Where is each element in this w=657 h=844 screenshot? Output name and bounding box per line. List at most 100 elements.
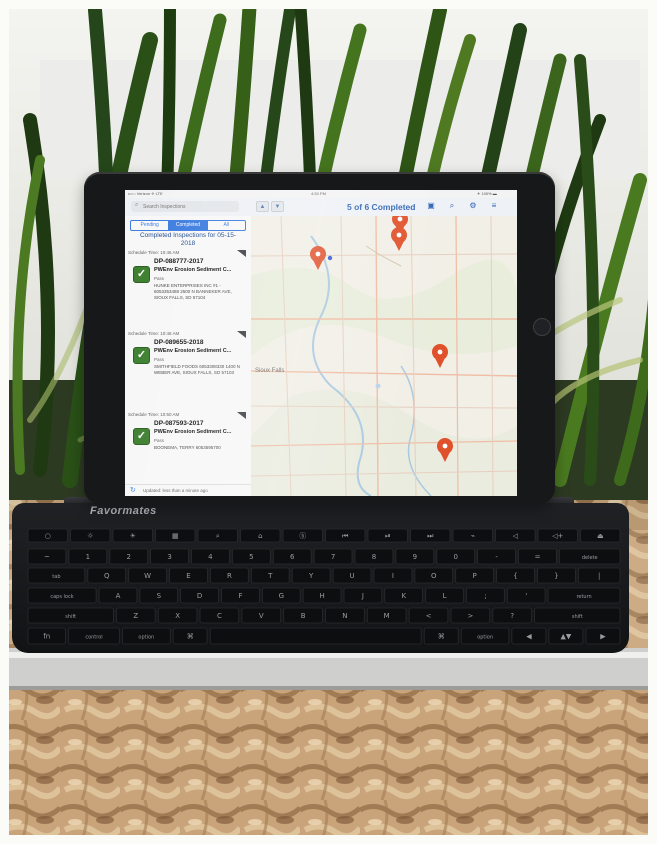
map-pin-icon[interactable] [432,344,448,368]
keyboard-key[interactable]: fn [27,627,66,645]
keyboard-key[interactable]: 9 [395,548,435,565]
keyboard-key[interactable]: ⏮ [325,528,366,543]
keyboard-key[interactable]: delete [559,548,621,565]
keyboard-key[interactable]: } [537,567,576,584]
map-pin-icon[interactable] [437,438,453,462]
keyboard-key[interactable]: 2 [109,548,149,565]
keyboard-key[interactable]: ▲▼ [548,627,584,645]
keyboard-key[interactable]: ⌁ [452,528,493,543]
keyboard-key[interactable]: E [169,567,208,584]
key-label: Y [308,572,314,580]
previous-button[interactable]: ▲ [256,201,269,212]
settings-icon[interactable]: ⚙ [467,201,479,212]
keyboard-key[interactable]: N [325,607,365,624]
home-button[interactable] [533,318,551,336]
keyboard-key[interactable]: D [180,587,219,604]
keyboard-key[interactable]: T [250,567,290,584]
keyboard-key[interactable]: ⌂ [240,528,281,543]
keyboard-key[interactable]: - [477,548,516,565]
keyboard-key[interactable]: ; [466,587,505,604]
keyboard-key[interactable]: B [283,607,323,624]
keyboard-key[interactable]: ⌕ [197,528,238,543]
keyboard-key[interactable]: C [199,607,240,624]
keyboard-key[interactable]: M [366,607,407,624]
keyboard-key[interactable]: control [68,627,120,645]
keyboard-key[interactable] [209,627,422,645]
keyboard-key[interactable]: 6 [272,548,312,565]
keyboard-key[interactable]: 5 [231,548,271,565]
keyboard-key[interactable]: ⏭ [410,528,451,543]
keyboard-key[interactable]: H [302,587,342,604]
keyboard-key[interactable]: ◁ [495,528,536,543]
keyboard-key[interactable]: R [209,567,249,584]
keyboard-key[interactable]: L [425,587,464,604]
keyboard-key[interactable]: ⌘ [423,627,459,645]
keyboard-key[interactable]: U [332,567,372,584]
key-label: 5 [249,553,253,561]
keyboard-key[interactable]: F [221,587,260,604]
keyboard-key[interactable]: { [496,567,535,584]
keyboard-key[interactable]: V [241,607,282,624]
keyboard-key[interactable]: caps lock [27,587,97,604]
search-map-icon[interactable]: ⌕ [446,201,458,212]
keyboard-key[interactable]: ? [492,607,532,624]
keyboard-key[interactable]: ~ [27,548,67,565]
keyboard-key[interactable]: 3 [150,548,189,565]
keyboard-key[interactable]: > [450,607,491,624]
keyboard-key[interactable]: shift [27,607,114,624]
keyboard-key[interactable]: I [373,567,413,584]
tab-pending[interactable]: Pending [131,221,170,230]
keyboard-key[interactable]: ⌘ [172,627,208,645]
keyboard-key[interactable]: < [408,607,449,624]
map-pin-icon[interactable] [310,246,326,270]
tab-completed[interactable]: Completed [169,221,208,230]
keyboard-key[interactable]: G [261,587,301,604]
keyboard-key[interactable]: Q [87,567,127,584]
keyboard-key[interactable]: W [128,567,167,584]
keyboard-key[interactable]: J [343,587,383,604]
keyboard-key[interactable]: = [518,548,557,565]
refresh-icon[interactable]: ↻ [130,486,136,494]
keyboard-key[interactable]: ▶ [585,627,621,645]
keyboard-key[interactable]: S [139,587,179,604]
tab-all[interactable]: All [208,221,245,230]
keyboard-key[interactable]: ☼ [70,528,111,543]
next-button[interactable]: ▼ [271,201,284,212]
keyboard-key[interactable]: X [157,607,198,624]
map-view[interactable]: Sioux Falls [250,215,517,496]
keyboard-key[interactable]: ○ [27,528,68,543]
key-label: N [342,612,347,620]
inspection-item[interactable]: Schedule Time: 10:48 AM ✓ DP-089655-2018… [125,331,251,411]
map-pin-icon[interactable] [391,227,407,251]
keyboard-key[interactable]: ⏏ [580,528,621,543]
inspection-item[interactable]: Schedule Time: 10:50 AM ✓ DP-087593-2017… [125,412,251,492]
keyboard-key[interactable]: ⓑ [282,528,323,543]
keyboard-key[interactable]: 8 [354,548,394,565]
keyboard-key[interactable]: 4 [191,548,230,565]
keyboard-key[interactable]: 7 [313,548,353,565]
keyboard-key[interactable]: 0 [436,548,476,565]
inspection-item[interactable]: Schedule Time: 10:46 AM ✓ DP-088777-2017… [125,250,251,330]
keyboard-key[interactable]: O [414,567,454,584]
keyboard-key[interactable]: tab [27,567,86,584]
keyboard-key[interactable]: | [577,567,621,584]
keyboard-key[interactable]: ' [506,587,546,604]
keyboard-key[interactable]: return [547,587,621,604]
keyboard-key[interactable]: ⏯ [367,528,408,543]
save-icon[interactable]: ▣ [425,201,437,212]
keyboard-key[interactable]: A [98,587,138,604]
keyboard-key[interactable]: K [384,587,423,604]
keyboard-key[interactable]: ◁+ [537,528,578,543]
keyboard-key[interactable]: option [122,627,171,645]
search-input[interactable] [131,201,239,212]
keyboard-key[interactable]: ◀ [511,627,547,645]
keyboard-key[interactable]: 1 [68,548,108,565]
menu-icon[interactable]: ≡ [488,201,500,212]
keyboard-key[interactable]: option [460,627,510,645]
keyboard-key[interactable]: Z [116,607,156,624]
keyboard-key[interactable]: ▦ [155,528,196,543]
keyboard-key[interactable]: ☀ [112,528,153,543]
keyboard-key[interactable]: shift [534,607,621,624]
keyboard-key[interactable]: Y [291,567,331,584]
keyboard-key[interactable]: P [455,567,495,584]
